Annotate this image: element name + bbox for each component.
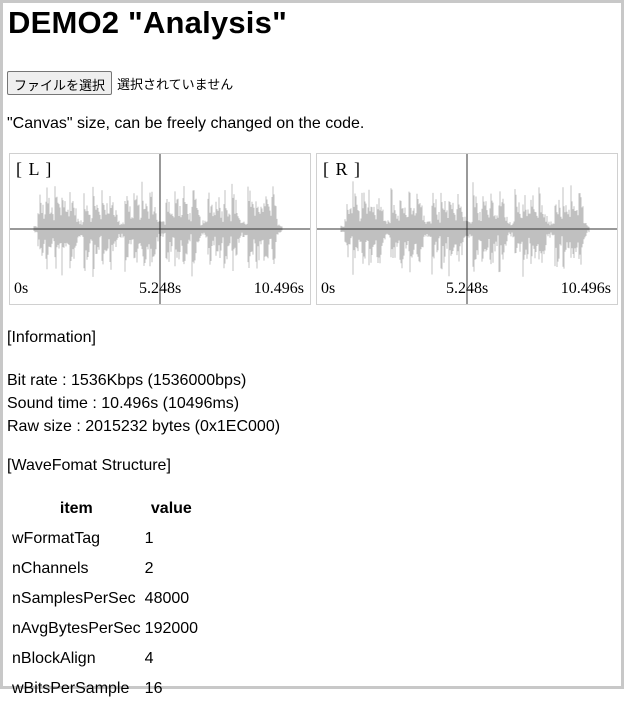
table-row: wFormatTag 1 [11,525,199,553]
time-start-label: 0s [14,280,29,297]
table-row: nAvgBytesPerSec 192000 [11,615,199,643]
waveformat-table: item value wFormatTag 1 nChannels 2 nSampl… [9,497,201,705]
file-status: 選択されていません [117,77,234,93]
waveformat-heading: [WaveFomat Structure] [7,457,171,474]
item-cell: nSamplesPerSec [12,590,136,607]
file-input[interactable]: ファイルを選択 選択されていません [7,71,233,95]
waveform-canvas-right: [ R ] 0s 5.248s 10.496s [316,153,618,305]
column-header-item: item [59,500,93,517]
value-cell: 48000 [144,590,190,607]
table-row: nChannels 2 [11,555,199,583]
column-header-value: value [150,500,192,517]
information-lines: Bit rate : 1536Kbps (1536000bps) Sound t… [7,369,280,438]
table-row: wBitsPerSample 16 [11,675,199,703]
information-heading: [Information] [7,329,96,346]
item-cell: wFormatTag [12,530,101,547]
value-cell: 192000 [144,620,199,637]
channel-label: [ R ] [323,159,361,179]
item-cell: wBitsPerSample [12,680,130,697]
choose-file-button[interactable]: ファイルを選択 [7,71,113,95]
waveform-canvas-left: [ L ] 0s 5.248s 10.496s [9,153,311,305]
item-cell: nAvgBytesPerSec [12,620,141,637]
value-cell: 16 [144,680,163,697]
time-end-label: 10.496s [253,280,304,297]
table-row: nSamplesPerSec 48000 [11,585,199,613]
item-cell: nBlockAlign [12,650,96,667]
value-cell: 1 [144,530,154,547]
sound-time: Sound time : 10.496s (10496ms) [7,395,240,412]
item-cell: nChannels [12,560,89,577]
time-end-label: 10.496s [560,280,611,297]
table-row: nBlockAlign 4 [11,645,199,673]
channel-label: [ L ] [16,159,53,179]
canvas-note: "Canvas" size, can be freely changed on … [7,115,365,132]
raw-size: Raw size : 2015232 bytes (0x1EC000) [7,418,281,435]
time-mid-label: 5.248s [446,280,489,297]
bit-rate: Bit rate : 1536Kbps (1536000bps) [7,372,247,389]
time-mid-label: 5.248s [139,280,182,297]
value-cell: 4 [144,650,154,667]
page-title: DEMO2 "Analysis" [8,5,287,40]
time-start-label: 0s [321,280,336,297]
table-header-row: item value [11,499,199,523]
value-cell: 2 [144,560,154,577]
